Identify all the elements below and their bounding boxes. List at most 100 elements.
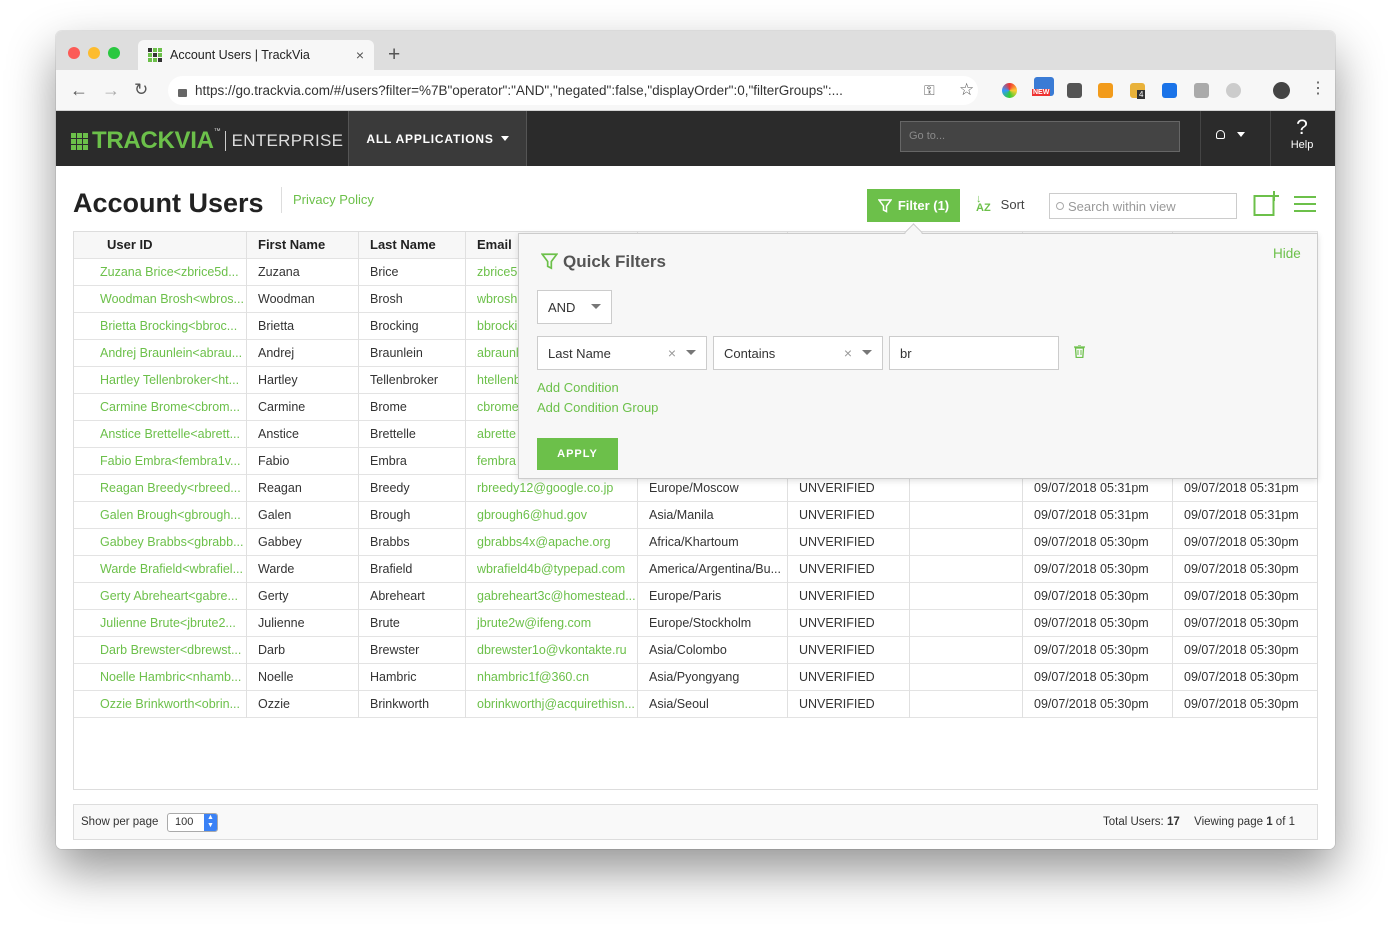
pagination-summary: Total Users: 17 Viewing page 1 of 1	[1103, 816, 1295, 828]
address-bar[interactable]: https://go.trackvia.com/#/users?filter=%…	[168, 76, 978, 105]
privacy-policy-link[interactable]: Privacy Policy	[281, 187, 374, 213]
g-extension-icon[interactable]	[1194, 83, 1209, 98]
r-extension-icon[interactable]	[1098, 83, 1113, 98]
user-id-link[interactable]: Ozzie Brinkworth<obrin...	[74, 691, 246, 718]
add-condition-group-link[interactable]: Add Condition Group	[537, 400, 658, 415]
table-row[interactable]: Reagan Breedy<rbreed... Reagan Breedy rbree…	[74, 475, 1317, 502]
user-id-link[interactable]: Hartley Tellenbroker<ht...	[74, 367, 246, 394]
total-users-count: 17	[1166, 816, 1180, 828]
user-id-link[interactable]: Gerty Abreheart<gabre...	[74, 583, 246, 610]
operator-select[interactable]: AND	[537, 290, 612, 324]
table-cell	[909, 556, 1022, 583]
bookmark-star-icon[interactable]: ☆	[959, 80, 974, 100]
table-row[interactable]: Warde Brafield<wbrafiel... Warde Brafield w…	[74, 556, 1317, 583]
user-id-link[interactable]: Brietta Brocking<bbroc...	[74, 313, 246, 340]
table-cell: 09/07/2018 05:30pm	[1172, 583, 1317, 610]
search-within-view-input[interactable]: Search within view	[1049, 193, 1237, 219]
table-row[interactable]: Ozzie Brinkworth<obrin... Ozzie Brinkworth…	[74, 691, 1317, 718]
new-tab-button[interactable]: +	[388, 44, 400, 65]
user-id-link[interactable]: Warde Brafield<wbrafiel...	[74, 556, 246, 583]
user-id-link[interactable]: Reagan Breedy<rbreed...	[74, 475, 246, 502]
table-cell: 09/07/2018 05:30pm	[1172, 610, 1317, 637]
column-header[interactable]: Last Name	[358, 232, 465, 259]
close-tab-icon[interactable]: ×	[356, 47, 364, 63]
email-link[interactable]: obrinkworthj@acquirethisn...	[465, 691, 637, 718]
apply-button[interactable]: APPLY	[537, 438, 618, 470]
user-id-link[interactable]: Julienne Brute<jbrute2...	[74, 610, 246, 637]
table-row[interactable]: Darb Brewster<dbrewst... Darb Brewster dbre…	[74, 637, 1317, 664]
table-cell: UNVERIFIED	[787, 556, 909, 583]
table-row[interactable]: Julienne Brute<jbrute2... Julienne Brute jb…	[74, 610, 1317, 637]
clear-field-icon[interactable]: ×	[668, 345, 676, 361]
user-id-link[interactable]: Carmine Brome<cbrom...	[74, 394, 246, 421]
user-menu-button[interactable]	[1216, 130, 1245, 139]
email-link[interactable]: gabreheart3c@homestead...	[465, 583, 637, 610]
user-id-link[interactable]: Zuzana Brice<zbrice5d...	[74, 259, 246, 286]
user-id-link[interactable]: Anstice Brettelle<abrett...	[74, 421, 246, 448]
forward-button[interactable]: →	[102, 81, 120, 99]
browser-menu-icon[interactable]: ⋮	[1310, 81, 1326, 97]
all-applications-menu[interactable]: ALL APPLICATIONS	[348, 111, 527, 166]
table-row[interactable]: Gerty Abreheart<gabre... Gerty Abreheart ga…	[74, 583, 1317, 610]
email-link[interactable]: dbrewster1o@vkontakte.ru	[465, 637, 637, 664]
condition-select[interactable]: Contains ×	[713, 336, 883, 370]
filter-button[interactable]: Filter (1)	[867, 189, 960, 222]
flag-extension-icon[interactable]	[1162, 83, 1177, 98]
field-select[interactable]: Last Name ×	[537, 336, 707, 370]
profile-avatar-icon[interactable]	[1273, 82, 1290, 99]
reload-button[interactable]: ↻	[134, 81, 148, 99]
email-link[interactable]: gbrough6@hud.gov	[465, 502, 637, 529]
goto-input[interactable]: Go to...	[900, 121, 1180, 152]
condition-value: Contains	[724, 345, 776, 361]
per-page-select[interactable]: 100 ▲ ▼	[167, 813, 218, 832]
filter-value-input[interactable]: br	[889, 336, 1059, 370]
sort-button[interactable]: ↓ AZ Sort	[976, 194, 1025, 214]
zoom-window-button[interactable]	[108, 47, 120, 59]
counter-extension-icon[interactable]: 4	[1130, 83, 1146, 99]
table-row[interactable]: Noelle Hambric<nhamb... Noelle Hambric nham…	[74, 664, 1317, 691]
stepper-arrows-icon: ▲ ▼	[204, 814, 217, 831]
column-header[interactable]: First Name	[246, 232, 358, 259]
lightbulb-extension-icon[interactable]	[1067, 83, 1082, 98]
key-icon[interactable]: ⚿	[924, 82, 935, 99]
add-record-icon[interactable]	[1253, 191, 1279, 217]
minimize-window-button[interactable]	[88, 47, 100, 59]
table-row[interactable]: Galen Brough<gbrough... Galen Brough gbroug…	[74, 502, 1317, 529]
table-cell: Hartley	[246, 367, 358, 394]
new-extension-icon[interactable]: NEW	[1032, 77, 1054, 96]
logo-grid-icon	[71, 132, 88, 150]
email-link[interactable]: wbrafield4b@typepad.com	[465, 556, 637, 583]
user-id-link[interactable]: Woodman Brosh<wbros...	[74, 286, 246, 313]
circle-extension-icon[interactable]	[1226, 83, 1241, 98]
email-link[interactable]: jbrute2w@ifeng.com	[465, 610, 637, 637]
help-button[interactable]: ? Help	[1282, 116, 1322, 151]
column-header[interactable]: User ID	[74, 232, 246, 259]
color-picker-extension-icon[interactable]	[1002, 83, 1017, 98]
email-link[interactable]: rbreedy12@google.co.jp	[465, 475, 637, 502]
user-id-link[interactable]: Noelle Hambric<nhamb...	[74, 664, 246, 691]
browser-tab[interactable]: Account Users | TrackVia ×	[138, 40, 374, 70]
hide-link[interactable]: Hide	[1273, 246, 1301, 261]
back-button[interactable]: ←	[70, 81, 88, 99]
user-id-link[interactable]: Galen Brough<gbrough...	[74, 502, 246, 529]
url-text: https://go.trackvia.com/#/users?filter=%…	[195, 83, 843, 98]
hamburger-menu-icon[interactable]	[1294, 195, 1316, 213]
table-cell: Brettelle	[358, 421, 465, 448]
search-placeholder: Search within view	[1068, 198, 1176, 214]
clear-condition-icon[interactable]: ×	[844, 345, 852, 361]
close-window-button[interactable]	[68, 47, 80, 59]
funnel-icon	[541, 253, 558, 270]
table-cell: Brewster	[358, 637, 465, 664]
user-id-link[interactable]: Andrej Braunlein<abrau...	[74, 340, 246, 367]
header-divider	[1270, 111, 1271, 166]
trackvia-logo[interactable]: TRACKVIA ™ ENTERPRISE	[71, 127, 343, 155]
user-id-link[interactable]: Gabbey Brabbs<gbrabb...	[74, 529, 246, 556]
email-link[interactable]: gbrabbs4x@apache.org	[465, 529, 637, 556]
user-id-link[interactable]: Fabio Embra<fembra1v...	[74, 448, 246, 475]
add-condition-link[interactable]: Add Condition	[537, 380, 619, 395]
user-id-link[interactable]: Darb Brewster<dbrewst...	[74, 637, 246, 664]
table-row[interactable]: Gabbey Brabbs<gbrabb... Gabbey Brabbs gbrab…	[74, 529, 1317, 556]
trash-icon[interactable]	[1074, 345, 1085, 358]
table-cell: Brietta	[246, 313, 358, 340]
email-link[interactable]: nhambric1f@360.cn	[465, 664, 637, 691]
